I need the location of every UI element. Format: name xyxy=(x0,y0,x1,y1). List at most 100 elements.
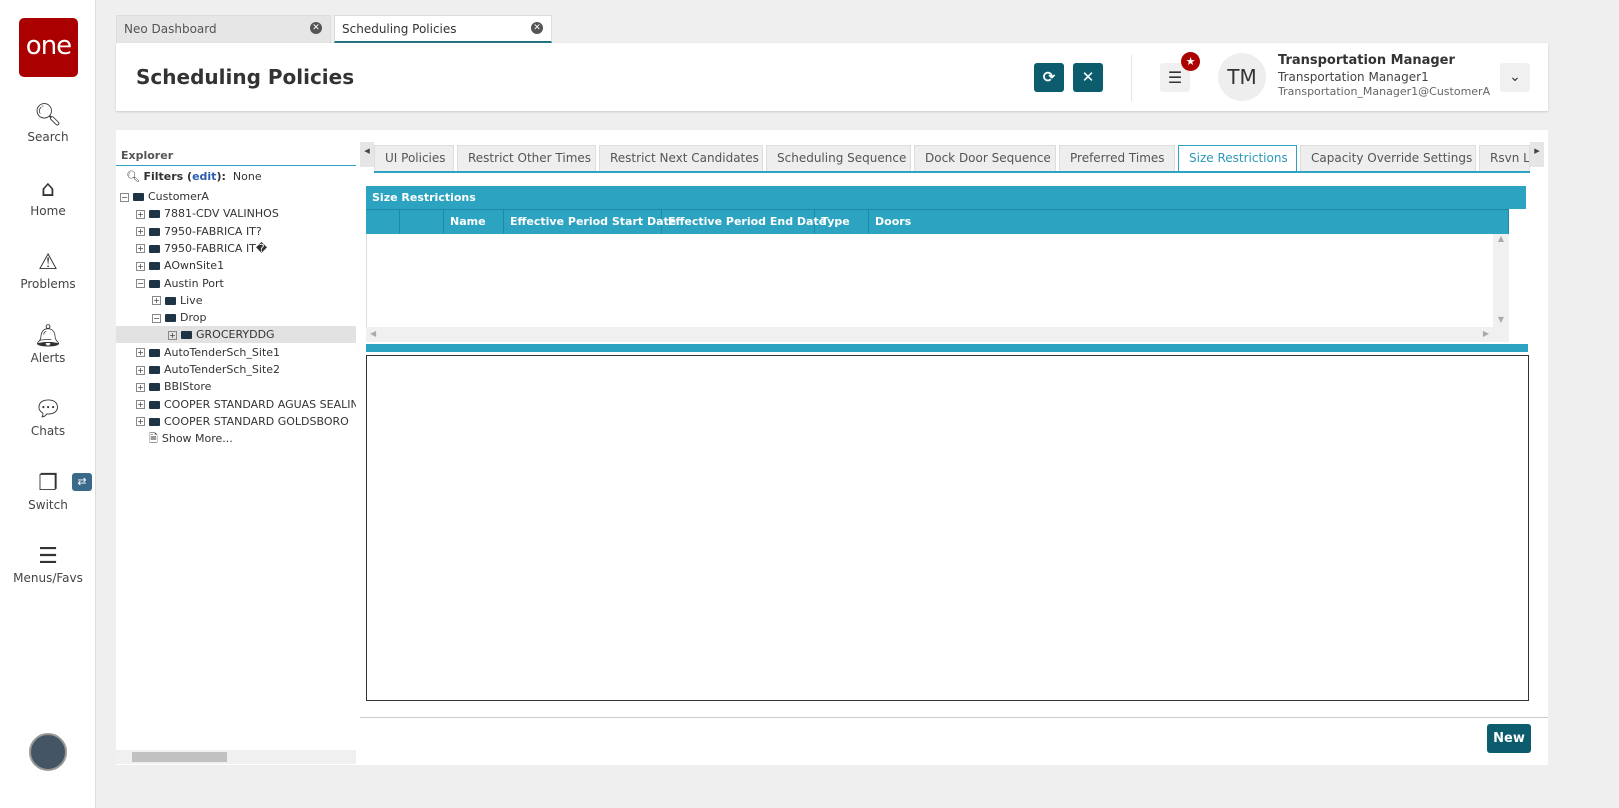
tab-label: Neo Dashboard xyxy=(124,22,217,36)
tree-node[interactable]: 🗎 Show More... xyxy=(116,430,356,447)
horizontal-scrollbar[interactable]: ◀ ▶ xyxy=(366,327,1493,342)
folder-icon xyxy=(149,383,160,392)
content-panel: Explorer 🔍︎ Filters (edit): None − Custom… xyxy=(116,130,1548,765)
tree-node-label: CustomerA xyxy=(148,190,209,203)
tab-neo-dashboard[interactable]: Neo Dashboard ✕ xyxy=(116,15,331,43)
chat-icon: 💬︎ xyxy=(34,397,62,422)
folder-open-icon xyxy=(149,279,160,288)
tab-restrict-other-times[interactable]: Restrict Other Times xyxy=(457,145,596,172)
tree-node-label: Drop xyxy=(180,311,207,325)
column-header[interactable]: Effective Period End Date xyxy=(662,210,826,234)
detail-panel xyxy=(366,355,1529,701)
page-header: Scheduling Policies ⟳ ✕ ☰ ★ TM Transport… xyxy=(116,43,1548,111)
tree-node[interactable]: + AutoTenderSch_Site1 xyxy=(116,344,356,361)
assistant-avatar[interactable] xyxy=(29,733,67,771)
vertical-scrollbar[interactable]: ▲ ▼ xyxy=(1493,234,1509,342)
tree-node[interactable]: − Drop xyxy=(116,309,356,326)
grid-header: Name Effective Period Start Date Effective… xyxy=(366,209,1509,234)
tree-node[interactable]: +7881-CDV VALINHOS xyxy=(116,205,356,222)
close-tab-icon[interactable]: ✕ xyxy=(531,22,543,34)
tree-node[interactable]: + COOPER STANDARD AGUAS SEALING (3 xyxy=(116,396,356,413)
tree-node-label: 7881-CDV VALINHOS xyxy=(164,207,279,221)
tab-capacity-override-settings[interactable]: Capacity Override Settings xyxy=(1300,145,1476,172)
collapse-icon[interactable]: − xyxy=(120,192,129,202)
expand-icon[interactable]: + xyxy=(168,330,177,340)
tab-ui-policies[interactable]: UI Policies xyxy=(374,145,454,172)
tree-node-label: COOPER STANDARD GOLDSBORO xyxy=(164,414,349,428)
tree-node[interactable]: + AutoTenderSch_Site2 xyxy=(116,361,356,378)
column-header[interactable]: Name xyxy=(444,210,504,234)
favorite-star-icon[interactable]: ★ xyxy=(1181,52,1200,71)
sidebar-item-alerts[interactable]: 🔔︎ Alerts xyxy=(0,323,96,365)
divider xyxy=(1131,55,1132,101)
expand-icon[interactable]: + xyxy=(136,209,145,219)
tab-rsvn-le[interactable]: Rsvn Le xyxy=(1479,145,1530,172)
folder-icon xyxy=(149,348,160,357)
sidebar-item-chats[interactable]: 💬︎ Chats xyxy=(0,396,96,438)
tabs-scroll-right-icon[interactable]: ▸ xyxy=(1530,142,1544,167)
search-icon: 🔍︎ xyxy=(126,170,140,183)
folder-icon xyxy=(149,210,160,219)
avatar[interactable]: TM xyxy=(1218,53,1266,101)
tree-node[interactable]: + COOPER STANDARD GOLDSBORO xyxy=(116,413,356,430)
sidebar-item-label: Menus/Favs xyxy=(13,571,83,585)
tab-scheduling-policies[interactable]: Scheduling Policies ✕ xyxy=(334,15,552,43)
close-tab-icon[interactable]: ✕ xyxy=(310,22,322,34)
expand-icon[interactable]: + xyxy=(136,227,145,237)
folder-open-icon xyxy=(133,193,144,201)
expand-icon[interactable]: + xyxy=(136,244,145,254)
filters-value: None xyxy=(232,170,262,183)
search-icon: 🔍︎ xyxy=(34,103,62,128)
tab-scheduling-sequence[interactable]: Scheduling Sequence xyxy=(766,145,911,172)
tree-node-label: COOPER STANDARD AGUAS SEALING (3 xyxy=(164,397,356,411)
tree-node[interactable]: +7950-FABRICA IT? xyxy=(116,223,356,240)
sidebar-item-label: Home xyxy=(30,203,66,218)
expand-icon[interactable]: + xyxy=(136,365,145,375)
switch-badge-icon[interactable]: ⇄ xyxy=(72,473,92,491)
filters-label: Filters ( xyxy=(143,170,193,183)
tree-node-label: Live xyxy=(180,293,203,307)
close-button[interactable]: ✕ xyxy=(1073,63,1103,92)
expand-icon[interactable]: + xyxy=(136,382,145,392)
sidebar-item-search[interactable]: 🔍︎ Search xyxy=(0,102,96,144)
logo[interactable]: one xyxy=(19,18,78,77)
column-header[interactable] xyxy=(400,210,444,234)
explorer-scrollbar[interactable] xyxy=(116,750,356,764)
tree-node[interactable]: + BBIStore xyxy=(116,378,356,395)
sidebar-item-home[interactable]: ⌂ Home xyxy=(0,176,96,218)
new-button[interactable]: New xyxy=(1487,724,1531,753)
collapse-icon[interactable]: − xyxy=(152,313,161,323)
tree-node[interactable]: − Austin Port xyxy=(116,275,356,292)
refresh-button[interactable]: ⟳ xyxy=(1034,63,1064,92)
tree-node[interactable]: + AOwnSite1 xyxy=(116,257,356,274)
tree-node[interactable]: + Live xyxy=(116,292,356,309)
expand-icon[interactable]: + xyxy=(136,417,145,427)
grid-title: Size Restrictions xyxy=(366,186,1526,209)
sidebar-item-menus-favs[interactable]: ☰ Menus/Favs xyxy=(0,543,96,585)
splitter[interactable] xyxy=(366,344,1528,352)
sidebar-item-problems[interactable]: ⚠ Problems xyxy=(0,249,96,291)
column-header[interactable]: Doors xyxy=(869,210,1509,234)
filters-edit-link[interactable]: edit xyxy=(192,170,216,183)
expand-icon[interactable]: + xyxy=(136,400,145,410)
scrollbar-thumb[interactable] xyxy=(132,752,227,762)
tabs-scroll-left-icon[interactable]: ◂ xyxy=(360,142,374,167)
tab-dock-door-sequence[interactable]: Dock Door Sequence xyxy=(914,145,1056,172)
tab-restrict-next-candidates[interactable]: Restrict Next Candidates xyxy=(599,145,763,172)
user-email: Transportation_Manager1@CustomerA xyxy=(1278,85,1491,98)
tree-node[interactable]: + GROCERYDDG xyxy=(116,326,356,344)
tree-node[interactable]: +7950-FABRICA IT� xyxy=(116,240,356,257)
bell-icon: 🔔︎ xyxy=(34,323,62,349)
tab-size-restrictions[interactable]: Size Restrictions xyxy=(1178,145,1297,172)
column-header[interactable]: Type xyxy=(815,210,869,234)
collapse-icon[interactable]: − xyxy=(136,279,145,288)
expand-icon[interactable]: + xyxy=(136,261,145,271)
tree-node[interactable]: − CustomerA xyxy=(116,188,356,205)
column-header[interactable]: Effective Period Start Date xyxy=(504,210,676,234)
tab-preferred-times[interactable]: Preferred Times xyxy=(1059,145,1175,172)
column-header[interactable] xyxy=(366,210,400,234)
expand-icon[interactable]: + xyxy=(136,348,145,358)
expand-icon[interactable]: + xyxy=(152,296,161,306)
tab-label: Scheduling Policies xyxy=(342,22,457,36)
chevron-down-icon[interactable]: ⌄ xyxy=(1500,63,1530,92)
